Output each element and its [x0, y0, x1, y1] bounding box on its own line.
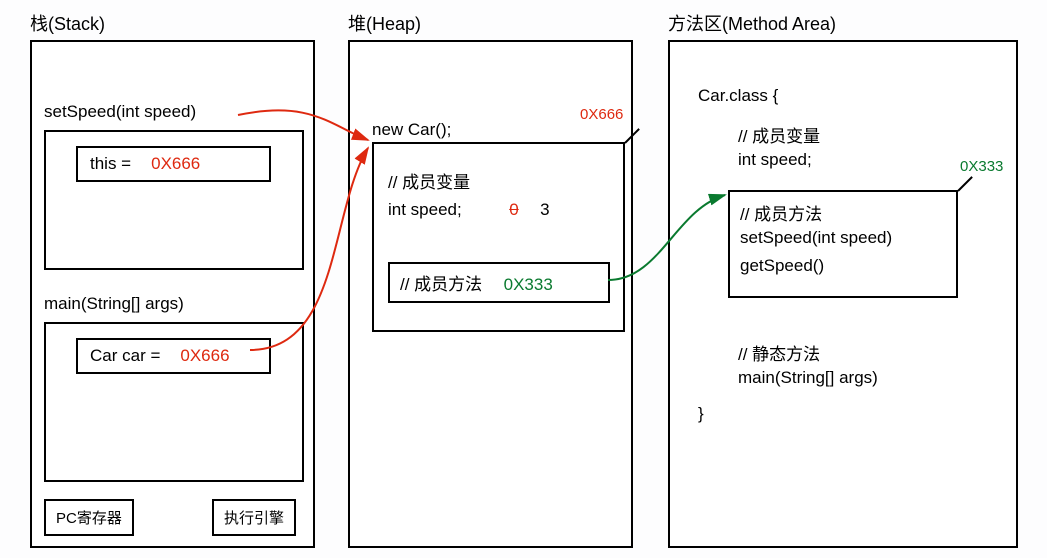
heap-intspeed-line: int speed; 0 3 [388, 200, 550, 220]
ma-close-brace: } [698, 404, 704, 424]
heap-newval: 3 [540, 200, 549, 219]
stack-frame2-var: Car car = 0X666 [76, 338, 271, 374]
stack-frame1: this = 0X666 [44, 130, 304, 270]
methodarea-title: 方法区(Method Area) [668, 10, 836, 36]
stack-frame2: Car car = 0X666 [44, 322, 304, 482]
heap-oldval: 0 [509, 200, 518, 219]
heap-addr-label: 0X666 [580, 106, 623, 123]
ma-methods-box: // 成员方法 setSpeed(int speed) getSpeed() [728, 190, 958, 298]
heap-tick [624, 128, 640, 144]
ma-main: main(String[] args) [738, 368, 878, 388]
heap-method-box: // 成员方法 0X333 [388, 262, 610, 303]
carcar-label: Car car = [90, 346, 160, 366]
heap-method-addr: 0X333 [504, 275, 553, 294]
ma-getspeed: getSpeed() [740, 256, 824, 276]
carcar-value: 0X666 [180, 346, 229, 366]
heap-newcar: new Car(); [372, 120, 451, 140]
ma-addr-label: 0X333 [960, 158, 1003, 175]
ma-comment-static: // 静态方法 [738, 340, 820, 365]
heap-title: 堆(Heap) [348, 10, 421, 36]
stack-frame2-title: main(String[] args) [44, 294, 184, 314]
heap-comment-var: // 成员变量 [388, 168, 470, 193]
stack-column: setSpeed(int speed) this = 0X666 main(St… [30, 40, 315, 548]
heap-column: new Car(); 0X666 // 成员变量 int speed; 0 3 … [348, 40, 633, 548]
this-label: this = [90, 154, 131, 174]
ma-setspeed: setSpeed(int speed) [740, 228, 892, 248]
exec-engine: 执行引擎 [212, 499, 296, 536]
ma-intspeed: int speed; [738, 150, 812, 170]
ma-comment-var: // 成员变量 [738, 122, 820, 147]
stack-frame1-title: setSpeed(int speed) [44, 102, 196, 122]
methodarea-column: Car.class { // 成员变量 int speed; 0X333 // … [668, 40, 1018, 548]
heap-object-box: // 成员变量 int speed; 0 3 // 成员方法 0X333 [372, 142, 625, 332]
ma-classdecl: Car.class { [698, 86, 778, 106]
heap-method-comment: // 成员方法 [400, 275, 482, 294]
stack-title: 栈(Stack) [30, 10, 105, 36]
pc-register: PC寄存器 [44, 499, 134, 536]
stack-frame1-var: this = 0X666 [76, 146, 271, 182]
ma-method-comment: // 成员方法 [740, 200, 822, 225]
ma-tick [957, 176, 973, 192]
heap-intspeed: int speed; [388, 200, 462, 219]
this-value: 0X666 [151, 154, 200, 174]
